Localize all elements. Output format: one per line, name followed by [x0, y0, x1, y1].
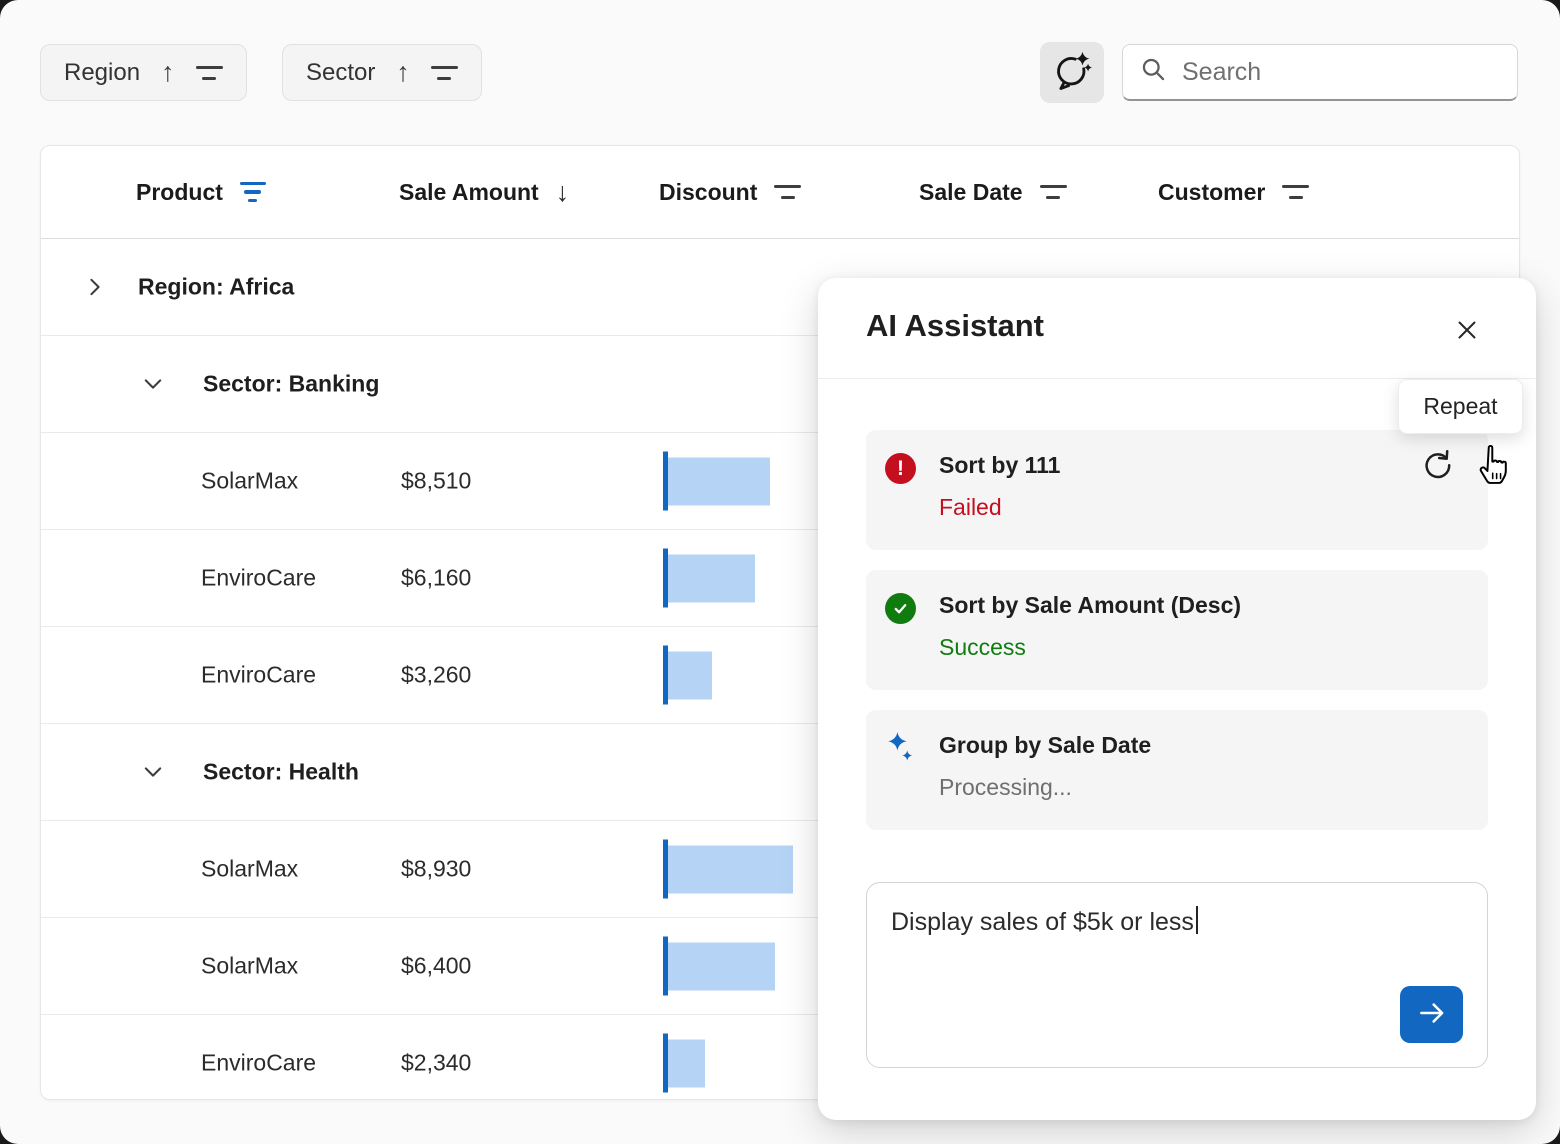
send-arrow-icon	[1414, 995, 1450, 1034]
grid-header: Product Sale Amount ↓ Discount Sale Date…	[41, 146, 1519, 239]
column-header-customer[interactable]: Customer	[1158, 146, 1309, 238]
close-button[interactable]	[1450, 314, 1484, 348]
column-header-product[interactable]: Product	[136, 146, 266, 238]
product-cell: SolarMax	[201, 953, 298, 980]
chip-label: Sector	[306, 59, 375, 87]
group-chip-sector[interactable]: Sector ↑	[282, 44, 482, 101]
action-status: Success	[939, 634, 1026, 661]
column-label: Discount	[659, 179, 757, 206]
arrow-up-icon[interactable]: ↑	[396, 59, 410, 86]
prompt-text: Display sales of $5k or less	[891, 905, 1463, 939]
close-icon	[1451, 314, 1483, 349]
sale-amount-cell: $8,510	[401, 468, 471, 495]
column-label: Sale Amount	[399, 179, 539, 206]
group-chip-region[interactable]: Region ↑	[40, 44, 247, 101]
error-icon: !	[885, 453, 916, 484]
group-label: Region: Africa	[138, 274, 294, 301]
action-status: Processing...	[939, 774, 1072, 801]
action-card-processing: Group by Sale Date Processing...	[866, 710, 1488, 830]
search-icon	[1140, 56, 1167, 88]
product-cell: SolarMax	[201, 468, 298, 495]
panel-title: AI Assistant	[866, 308, 1044, 344]
action-status: Failed	[939, 494, 1002, 521]
action-title: Sort by Sale Amount (Desc)	[939, 592, 1241, 619]
column-label: Customer	[1158, 179, 1265, 206]
product-cell: EnviroCare	[201, 565, 316, 592]
discount-bar	[663, 452, 770, 511]
discount-bar	[663, 1034, 705, 1093]
sale-amount-cell: $3,260	[401, 662, 471, 689]
success-icon	[885, 593, 916, 624]
action-title: Sort by 111	[939, 452, 1060, 479]
action-card-error: ! Sort by 111 Failed	[866, 430, 1488, 550]
arrow-up-icon[interactable]: ↑	[161, 59, 175, 86]
discount-bar	[663, 840, 793, 899]
action-card-success: Sort by Sale Amount (Desc) Success	[866, 570, 1488, 690]
tooltip-repeat: Repeat	[1398, 379, 1523, 434]
discount-bar	[663, 646, 712, 705]
text-caret	[1196, 906, 1198, 934]
sale-amount-cell: $6,160	[401, 565, 471, 592]
filter-icon[interactable]	[1282, 185, 1309, 199]
chevron-right-icon[interactable]	[83, 275, 107, 299]
discount-bar	[663, 937, 775, 996]
chevron-down-icon[interactable]	[141, 760, 165, 784]
group-label: Sector: Banking	[203, 371, 379, 398]
filter-icon[interactable]	[1040, 185, 1067, 199]
filter-icon[interactable]	[774, 185, 801, 199]
product-cell: EnviroCare	[201, 662, 316, 689]
chip-label: Region	[64, 59, 140, 87]
refresh-icon	[1418, 471, 1454, 486]
filter-active-icon[interactable]	[240, 182, 266, 203]
retry-button[interactable]	[1418, 447, 1454, 483]
send-button[interactable]	[1400, 986, 1463, 1043]
sale-amount-cell: $2,340	[401, 1050, 471, 1077]
action-title: Group by Sale Date	[939, 732, 1151, 759]
filter-icon[interactable]	[196, 66, 223, 80]
column-header-sale-amount[interactable]: Sale Amount ↓	[399, 146, 569, 238]
arrow-down-icon[interactable]: ↓	[556, 179, 570, 206]
product-cell: SolarMax	[201, 856, 298, 883]
search-box[interactable]	[1122, 44, 1518, 101]
search-input[interactable]	[1180, 57, 1506, 88]
column-header-sale-date[interactable]: Sale Date	[919, 146, 1067, 238]
ai-assistant-button[interactable]	[1040, 42, 1104, 103]
discount-bar	[663, 549, 755, 608]
group-label: Sector: Health	[203, 759, 359, 786]
column-label: Product	[136, 179, 223, 206]
app-window: Region ↑ Sector ↑ Pro	[0, 0, 1560, 1144]
column-header-discount[interactable]: Discount	[659, 146, 801, 238]
prompt-input[interactable]: Display sales of $5k or less	[866, 882, 1488, 1068]
tooltip-label: Repeat	[1423, 393, 1497, 420]
sale-amount-cell: $8,930	[401, 856, 471, 883]
chevron-down-icon[interactable]	[141, 372, 165, 396]
column-label: Sale Date	[919, 179, 1023, 206]
chat-sparkle-icon	[1051, 50, 1093, 95]
sale-amount-cell: $6,400	[401, 953, 471, 980]
filter-icon[interactable]	[431, 66, 458, 80]
sparkle-icon	[885, 733, 916, 764]
product-cell: EnviroCare	[201, 1050, 316, 1077]
